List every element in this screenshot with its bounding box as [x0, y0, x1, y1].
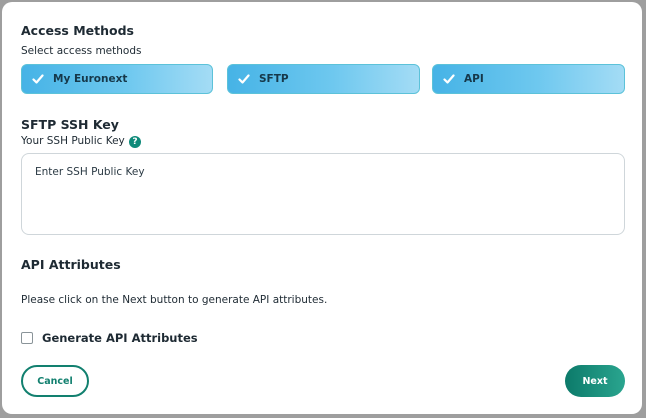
- next-button[interactable]: Next: [565, 365, 625, 397]
- check-icon: [443, 73, 455, 85]
- access-methods-subtitle: Select access methods: [21, 45, 142, 57]
- check-icon: [238, 73, 250, 85]
- ssh-public-key-input[interactable]: [21, 153, 625, 235]
- access-methods-title: Access Methods: [21, 23, 134, 38]
- api-attributes-title: API Attributes: [21, 257, 121, 272]
- access-methods-panel: Access Methods Select access methods My …: [2, 2, 642, 414]
- method-label: SFTP: [259, 73, 289, 85]
- method-my-euronext[interactable]: My Euronext: [21, 64, 213, 94]
- method-label: My Euronext: [53, 73, 128, 85]
- check-icon: [32, 73, 44, 85]
- method-label: API: [464, 73, 484, 85]
- cancel-button[interactable]: Cancel: [21, 365, 89, 397]
- generate-api-attributes-label: Generate API Attributes: [42, 331, 198, 345]
- api-attributes-description: Please click on the Next button to gener…: [21, 294, 328, 306]
- help-icon[interactable]: ?: [129, 136, 141, 148]
- ssh-public-key-label: Your SSH Public Key: [21, 135, 125, 147]
- generate-api-attributes-option[interactable]: Generate API Attributes: [21, 331, 198, 345]
- sftp-ssh-key-title: SFTP SSH Key: [21, 117, 119, 132]
- method-api[interactable]: API: [432, 64, 625, 94]
- method-sftp[interactable]: SFTP: [227, 64, 420, 94]
- generate-api-attributes-checkbox[interactable]: [21, 332, 33, 344]
